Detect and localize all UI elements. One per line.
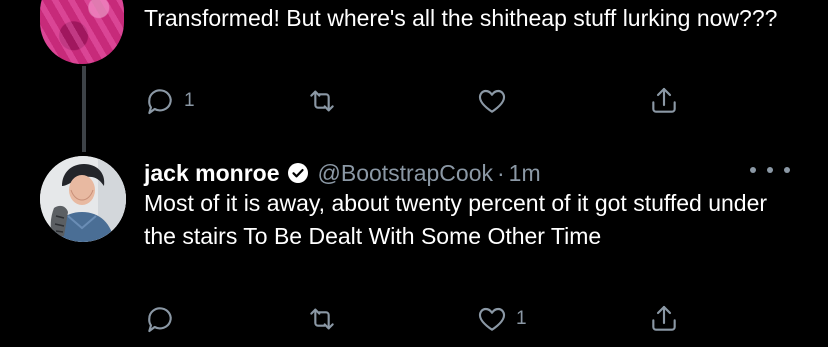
reply-icon [148,307,172,333]
avatar[interactable] [40,156,126,242]
verified-badge-icon [286,161,310,185]
reply-button[interactable] [144,302,184,336]
tweet-text: Transformed! But where's all the shithea… [144,5,778,31]
share-icon [652,87,676,113]
like-button[interactable]: 1 [476,302,527,336]
more-dots-icon [750,167,756,173]
tweet-timestamp[interactable]: 1m [509,160,541,187]
thread-connector-line [82,66,86,152]
tweet-text: Most of it is away, about twenty percent… [144,190,768,249]
separator-dot: · [497,159,505,186]
tweet-header: jack monroe @BootstrapCook · 1m [144,156,541,190]
like-button[interactable] [476,84,516,118]
retweet-button[interactable] [306,302,346,336]
avatar-photo [40,156,126,242]
avatar-scribble-overlay [40,0,124,64]
share-icon [652,305,676,331]
heart-icon [478,89,506,113]
retweet-button[interactable] [306,84,346,118]
tweet-actions: 1 [144,84,704,118]
tweet-actions: 1 [144,302,704,336]
reply-count: 1 [184,90,195,111]
reply-button[interactable]: 1 [144,84,195,118]
more-dots-icon [767,167,773,173]
author-handle[interactable]: @BootstrapCook [318,160,494,187]
reply-icon [148,89,172,115]
retweet-icon [310,308,334,330]
share-button[interactable] [648,84,688,118]
more-dots-icon [784,167,790,173]
more-options-button[interactable] [750,158,790,182]
like-count: 1 [516,308,527,329]
retweet-icon [310,90,334,112]
avatar-scribbled[interactable] [40,0,124,64]
author-name[interactable]: jack monroe [144,160,280,187]
share-button[interactable] [648,302,688,336]
heart-icon [478,307,506,331]
